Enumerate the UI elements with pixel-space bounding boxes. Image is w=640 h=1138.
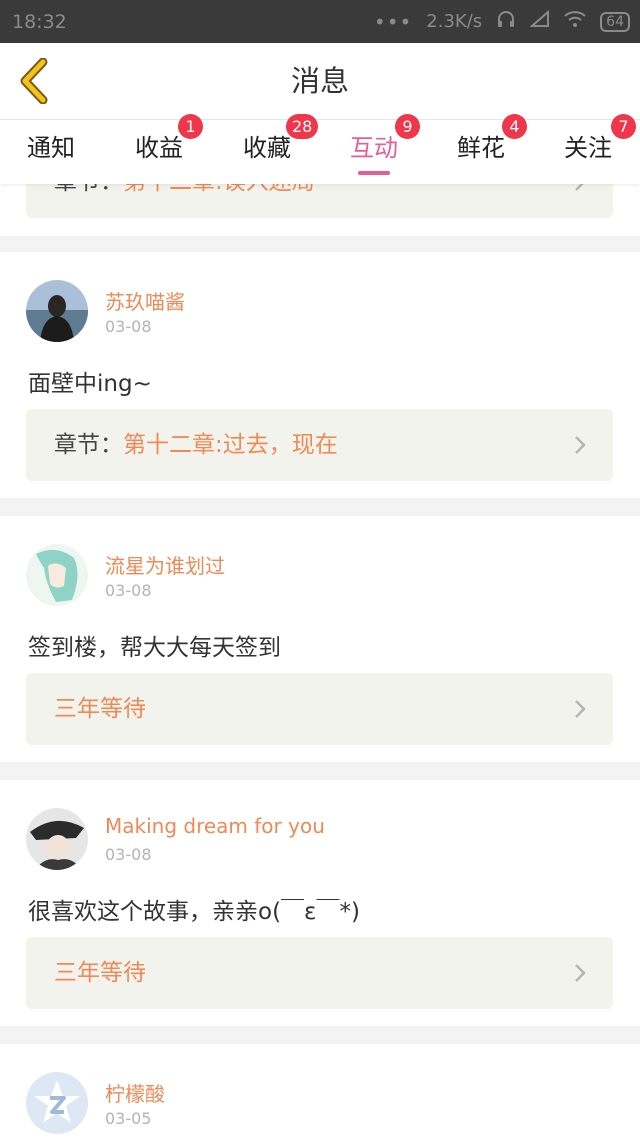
username[interactable]: 苏玖喵酱: [105, 286, 185, 315]
chapter-label: 章节：: [54, 184, 123, 195]
message-date: 03-08: [105, 317, 152, 336]
active-tab-indicator: [358, 171, 390, 175]
count-badge: 28: [286, 114, 319, 139]
count-badge: 7: [611, 114, 636, 139]
chapter-link[interactable]: 三年等待: [26, 673, 613, 745]
count-badge: 1: [178, 114, 203, 139]
chapter-link[interactable]: 章节：第十二章:误入迷局: [26, 184, 613, 218]
avatar[interactable]: [26, 1072, 88, 1134]
status-time: 18:32: [12, 10, 67, 33]
comment-text: 很喜欢这个故事，亲亲o(￣ε￣*): [28, 899, 360, 925]
status-bar: 18:32 ••• 2.3K/s 64: [0, 0, 640, 43]
tab-label: 互动: [350, 134, 398, 162]
tab-favorites[interactable]: 收藏 28: [222, 114, 319, 184]
message-card: 苏玖喵酱 03-08 面壁中ing~ 章节：第十二章:过去，现在: [0, 252, 640, 498]
headset-icon: [496, 9, 516, 34]
message-date: 03-08: [105, 845, 152, 864]
tab-label: 鲜花: [457, 134, 505, 162]
page-title: 消息: [290, 64, 349, 98]
tab-follow[interactable]: 关注 7: [543, 114, 636, 184]
battery-icon: 64: [600, 11, 630, 32]
chapter-label: 章节：: [54, 432, 123, 458]
tab-label: 通知: [27, 134, 75, 162]
count-badge: 9: [395, 114, 420, 139]
tab-bar: 通知 收益 1 收藏 28 互动 9 鲜花 4 关注 7: [0, 114, 640, 184]
message-card: 柠檬酸 03-05: [0, 1044, 640, 1138]
title-bar: 消息: [0, 43, 640, 120]
back-button[interactable]: [14, 57, 54, 105]
tab-flowers[interactable]: 鲜花 4: [436, 114, 527, 184]
chapter-name: 三年等待: [54, 696, 146, 722]
tab-label: 收益: [135, 134, 183, 162]
avatar[interactable]: [26, 280, 88, 342]
tab-notice[interactable]: 通知: [6, 120, 96, 184]
chapter-name: 第十二章:误入迷局: [123, 184, 315, 195]
message-list[interactable]: 章节：第十二章:误入迷局 苏玖喵酱 03-08 面壁中ing~ 章节：第十二章:…: [0, 184, 640, 1138]
username[interactable]: 柠檬酸: [105, 1078, 165, 1107]
tab-interaction[interactable]: 互动 9: [329, 114, 420, 184]
message-card: 章节：第十二章:误入迷局: [0, 184, 640, 236]
back-arrow-icon: [20, 58, 48, 104]
message-date: 03-08: [105, 581, 152, 600]
more-dots-icon: •••: [373, 9, 413, 34]
wifi-icon: [564, 10, 586, 33]
username[interactable]: Making dream for you: [105, 814, 325, 838]
chevron-right-icon: [575, 436, 586, 454]
signal-icon: [529, 9, 550, 33]
chevron-right-icon: [575, 964, 586, 982]
network-speed: 2.3K/s: [426, 11, 483, 32]
tab-label: 关注: [564, 134, 612, 162]
message-card: 流星为谁划过 03-08 签到楼，帮大大每天签到 三年等待: [0, 516, 640, 762]
comment-text: 面壁中ing~: [28, 371, 152, 397]
message-date: 03-05: [105, 1109, 152, 1128]
comment-text: 签到楼，帮大大每天签到: [28, 635, 281, 661]
chapter-name: 第十二章:过去，现在: [123, 432, 338, 458]
avatar[interactable]: [26, 544, 88, 606]
status-icons: ••• 2.3K/s 64: [374, 9, 630, 34]
chapter-link[interactable]: 三年等待: [26, 937, 613, 1009]
chevron-right-icon: [575, 184, 584, 191]
chapter-link[interactable]: 章节：第十二章:过去，现在: [26, 409, 613, 481]
chapter-name: 三年等待: [54, 960, 146, 986]
chevron-right-icon: [575, 700, 586, 718]
tab-earnings[interactable]: 收益 1: [114, 114, 204, 184]
username[interactable]: 流星为谁划过: [105, 550, 225, 579]
count-badge: 4: [502, 114, 527, 139]
avatar[interactable]: [26, 808, 88, 870]
message-card: Making dream for you 03-08 很喜欢这个故事，亲亲o(￣…: [0, 780, 640, 1026]
tab-label: 收藏: [243, 134, 291, 162]
